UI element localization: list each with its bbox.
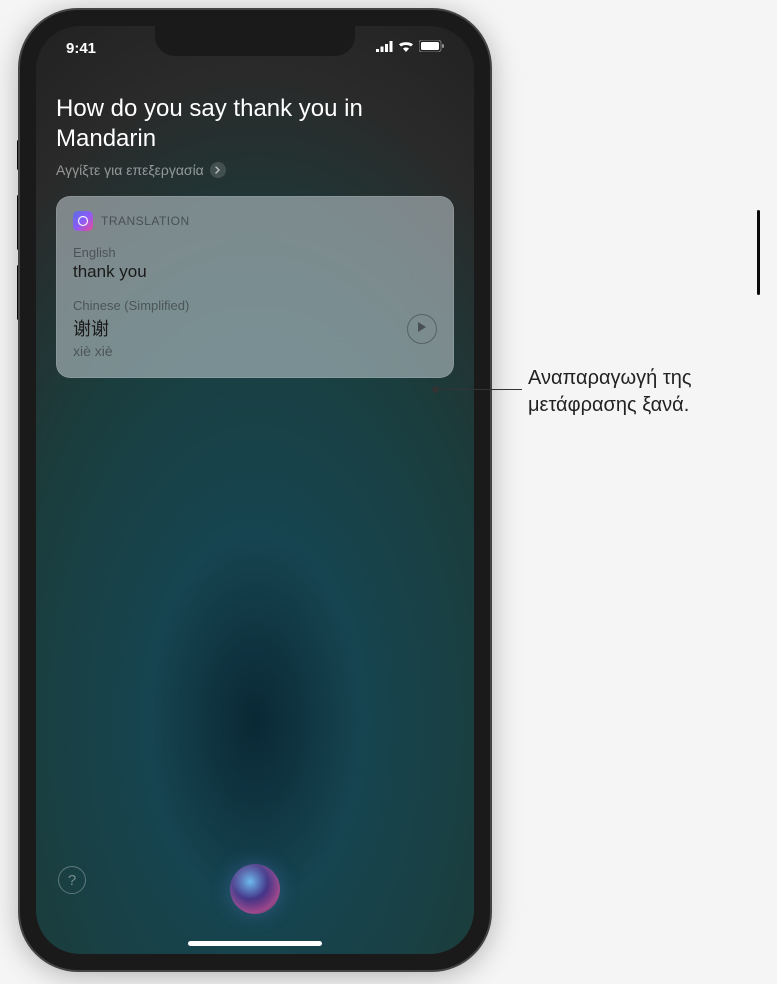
card-header: TRANSLATION <box>73 211 437 231</box>
wifi-icon <box>398 39 414 57</box>
chevron-right-icon <box>210 162 226 178</box>
romanization-text: xiè xiè <box>73 343 189 359</box>
battery-icon <box>419 39 444 57</box>
source-language-label: English <box>73 245 437 260</box>
target-language-label: Chinese (Simplified) <box>73 298 189 313</box>
card-title: TRANSLATION <box>101 214 190 228</box>
siri-app-icon <box>73 211 93 231</box>
home-indicator[interactable] <box>188 941 322 946</box>
target-text: 谢谢 <box>73 315 189 341</box>
question-mark-icon: ? <box>68 872 76 889</box>
play-button[interactable] <box>407 314 437 344</box>
siri-orb[interactable] <box>230 864 280 914</box>
side-button[interactable] <box>757 210 760 295</box>
tap-to-edit[interactable]: Αγγίξτε για επεξεργασία <box>56 162 454 178</box>
bottom-area: ? <box>36 834 474 954</box>
siri-content: How do you say thank you in Mandarin Αγγ… <box>36 94 474 378</box>
translation-card[interactable]: TRANSLATION English thank you Chinese (S… <box>56 196 454 378</box>
callout-text: Αναπαραγωγή της μετάφρασης ξανά. <box>528 365 768 419</box>
status-indicators <box>376 39 444 57</box>
notch <box>155 26 355 56</box>
help-button[interactable]: ? <box>58 866 86 894</box>
callout-line <box>436 389 522 390</box>
screen: 9:41 How do you say thank you in Mandari… <box>36 26 474 954</box>
source-text: thank you <box>73 262 437 282</box>
user-query: How do you say thank you in Mandarin <box>56 94 454 154</box>
play-icon <box>417 320 427 338</box>
phone-frame: 9:41 How do you say thank you in Mandari… <box>20 10 490 970</box>
cellular-icon <box>376 39 393 57</box>
tap-to-edit-label: Αγγίξτε για επεξεργασία <box>56 162 204 178</box>
status-time: 9:41 <box>66 40 96 57</box>
